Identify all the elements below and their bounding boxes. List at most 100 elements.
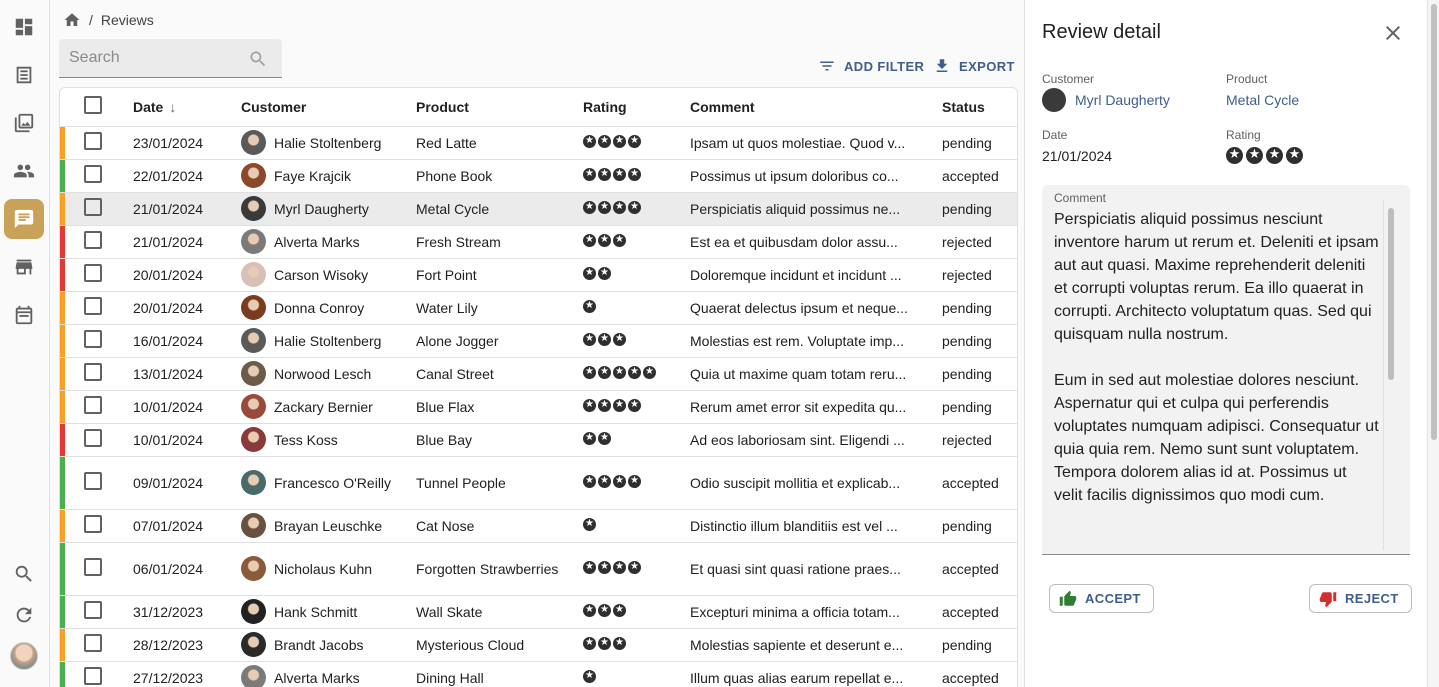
row-checkbox[interactable]: [84, 132, 102, 150]
row-checkbox[interactable]: [84, 363, 102, 381]
customer-name[interactable]: Tess Koss: [274, 430, 338, 450]
search-field[interactable]: [59, 39, 282, 78]
customer-name[interactable]: Halie Stoltenberg: [274, 133, 381, 153]
page-scrollbar[interactable]: [1427, 0, 1439, 687]
comment-field[interactable]: Comment Perspiciatis aliquid possimus ne…: [1042, 185, 1410, 555]
table-row[interactable]: 13/01/2024 Norwood Lesch Canal Street Quia …: [60, 357, 1017, 391]
customer-name[interactable]: Halie Stoltenberg: [274, 331, 381, 351]
nav-stores[interactable]: [4, 247, 44, 287]
customer-name[interactable]: Zackary Bernier: [274, 397, 373, 417]
reject-button[interactable]: REJECT: [1309, 584, 1412, 613]
table-row[interactable]: 28/12/2023 Brandt Jacobs Mysterious Cloud M…: [60, 628, 1017, 662]
accept-button[interactable]: ACCEPT: [1049, 584, 1154, 613]
column-customer[interactable]: Customer: [235, 88, 410, 127]
nav-customers[interactable]: [4, 151, 44, 191]
rating-cell: [577, 324, 684, 358]
page-scroll-thumb[interactable]: [1431, 4, 1437, 440]
row-select-cell: [65, 159, 127, 193]
row-checkbox[interactable]: [84, 558, 102, 576]
star-icon: [583, 517, 596, 531]
row-checkbox[interactable]: [84, 165, 102, 183]
nav-dashboard[interactable]: [4, 7, 44, 47]
customer-name[interactable]: Carson Wisoky: [274, 265, 368, 285]
star-icon: [598, 266, 611, 280]
table-row[interactable]: 31/12/2023 Hank Schmitt Wall Skate Exceptur…: [60, 595, 1017, 629]
nav-orders[interactable]: [4, 55, 44, 95]
detail-rating-stars: [1226, 146, 1303, 164]
row-checkbox[interactable]: [84, 429, 102, 447]
table-row[interactable]: 20/01/2024 Donna Conroy Water Lily Quaerat …: [60, 291, 1017, 325]
table-row[interactable]: 10/01/2024 Zackary Bernier Blue Flax Rerum …: [60, 390, 1017, 424]
nav-refresh[interactable]: [4, 595, 44, 635]
row-checkbox[interactable]: [84, 601, 102, 619]
select-all-header: [65, 88, 127, 127]
customer-name[interactable]: Francesco O'Reilly: [274, 473, 391, 493]
column-status[interactable]: Status: [936, 88, 1017, 127]
row-checkbox[interactable]: [84, 634, 102, 652]
row-checkbox[interactable]: [84, 231, 102, 249]
customer-name[interactable]: Nicholaus Kuhn: [274, 559, 372, 579]
export-button[interactable]: EXPORT: [933, 55, 1015, 77]
product-link[interactable]: Metal Cycle: [1226, 92, 1299, 108]
comment-cell: Molestias sapiente et deserunt e...: [684, 628, 936, 662]
customer-link[interactable]: Myrl Daugherty: [1075, 92, 1170, 108]
select-all-checkbox[interactable]: [84, 96, 102, 115]
column-rating[interactable]: Rating: [577, 88, 684, 127]
close-button[interactable]: [1381, 21, 1405, 45]
column-rating-label: Rating: [583, 98, 627, 115]
star-icon: [583, 669, 596, 683]
rating-stars: [583, 474, 641, 488]
comment-text[interactable]: Perspiciatis aliquid possimus nesciunt i…: [1054, 208, 1379, 507]
nav-reviews[interactable]: [4, 199, 44, 239]
table-row[interactable]: 27/12/2023 Alverta Marks Dining Hall Illum …: [60, 661, 1017, 687]
table-row[interactable]: 07/01/2024 Brayan Leuschke Cat Nose Distinc…: [60, 509, 1017, 543]
reviews-grid: Date ↓ Customer Product Rating Comment St…: [60, 88, 1017, 687]
row-checkbox[interactable]: [84, 396, 102, 414]
comment-snippet: Odio suscipit mollitia et explicab...: [690, 474, 901, 491]
table-row[interactable]: 16/01/2024 Halie Stoltenberg Alone Jogger M…: [60, 324, 1017, 358]
column-comment[interactable]: Comment: [684, 88, 936, 127]
customer-name[interactable]: Myrl Daugherty: [274, 199, 369, 219]
comment-scrollbar[interactable]: [1388, 208, 1394, 380]
sort-arrow-down-icon[interactable]: ↓: [169, 99, 176, 115]
table-row[interactable]: 06/01/2024 Nicholaus Kuhn Forgotten Strawb…: [60, 542, 1017, 596]
rating-cell: [577, 390, 684, 424]
table-row[interactable]: 23/01/2024 Halie Stoltenberg Red Latte Ipsa…: [60, 126, 1017, 160]
home-icon[interactable]: [63, 11, 81, 29]
people-icon: [13, 164, 35, 178]
row-checkbox[interactable]: [84, 297, 102, 315]
column-date[interactable]: Date ↓: [127, 88, 235, 127]
row-checkbox[interactable]: [84, 198, 102, 216]
table-row[interactable]: 22/01/2024 Faye Krajcik Phone Book Possimus…: [60, 159, 1017, 193]
table-row[interactable]: 10/01/2024 Tess Koss Blue Bay Ad eos labori…: [60, 423, 1017, 457]
customer-cell: Alverta Marks: [235, 661, 410, 687]
customer-name[interactable]: Alverta Marks: [274, 668, 360, 687]
customer-name[interactable]: Norwood Lesch: [274, 364, 371, 384]
customer-name[interactable]: Alverta Marks: [274, 232, 360, 252]
column-product[interactable]: Product: [410, 88, 577, 127]
customer-name[interactable]: Hank Schmitt: [274, 602, 357, 622]
customer-name[interactable]: Brandt Jacobs: [274, 635, 364, 655]
row-checkbox[interactable]: [84, 667, 102, 685]
nav-products[interactable]: [4, 103, 44, 143]
row-checkbox[interactable]: [84, 264, 102, 282]
user-avatar[interactable]: [10, 642, 38, 670]
customer-avatar: [241, 130, 266, 155]
dashboard-icon: [15, 18, 33, 36]
table-row[interactable]: 20/01/2024 Carson Wisoky Fort Point Dolorem…: [60, 258, 1017, 292]
row-checkbox[interactable]: [84, 330, 102, 348]
breadcrumb: / Reviews: [63, 10, 154, 30]
nav-calendar[interactable]: [4, 295, 44, 335]
row-checkbox[interactable]: [84, 515, 102, 533]
row-checkbox[interactable]: [84, 472, 102, 490]
customer-name[interactable]: Donna Conroy: [274, 298, 364, 318]
customer-name[interactable]: Brayan Leuschke: [274, 516, 382, 536]
table-row[interactable]: 21/01/2024 Alverta Marks Fresh Stream Est e…: [60, 225, 1017, 259]
add-filter-button[interactable]: ADD FILTER: [818, 55, 924, 77]
date-cell: 13/01/2024: [127, 357, 235, 391]
customer-name[interactable]: Faye Krajcik: [274, 166, 351, 186]
table-row[interactable]: 21/01/2024 Myrl Daugherty Metal Cycle Persp…: [60, 192, 1017, 226]
search-input[interactable]: [69, 47, 239, 69]
table-row[interactable]: 09/01/2024 Francesco O'Reilly Tunnel Peopl…: [60, 456, 1017, 510]
nav-search[interactable]: [4, 554, 44, 594]
